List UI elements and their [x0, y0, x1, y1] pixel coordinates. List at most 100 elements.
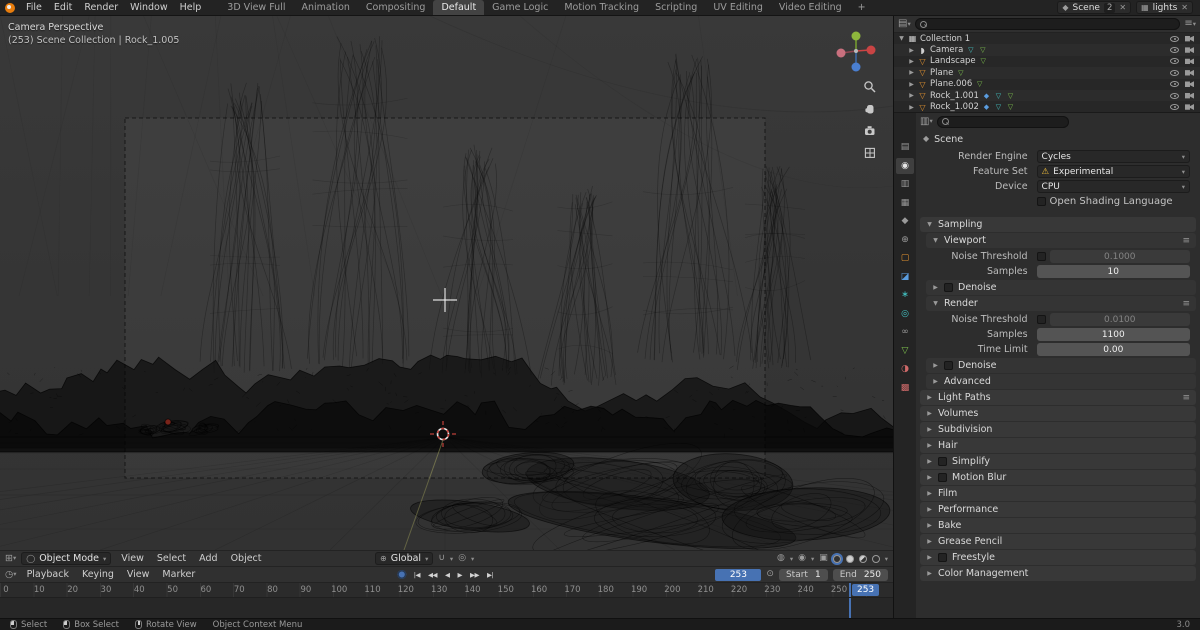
panel-header-motion-blur[interactable]: ▶ Motion Blur — [920, 470, 1196, 485]
timeline-menu-marker[interactable]: Marker — [158, 569, 199, 580]
feature-set-dropdown[interactable]: ⚠ Experimental ▾ — [1036, 165, 1190, 178]
scene-unlink-icon[interactable]: ✕ — [1119, 3, 1126, 12]
panel-header-advanced[interactable]: ▶ Advanced — [926, 374, 1196, 389]
panel-collapsed-caret-icon[interactable]: ▶ — [926, 570, 933, 577]
camera-view-icon[interactable] — [863, 124, 877, 138]
play-reverse-button[interactable]: ◀ — [442, 569, 453, 581]
panel-expanded-caret-icon[interactable]: ▼ — [932, 300, 939, 307]
panel-collapsed-caret-icon[interactable]: ▶ — [926, 554, 933, 561]
outliner-row-rock-1-002[interactable]: ▶ ▽ Rock_1.002 ◆ ▽ ▽ — [894, 101, 1200, 112]
properties-search-input[interactable] — [936, 115, 1070, 128]
workspace-tab-[interactable]: + — [850, 0, 874, 15]
editor-type-timeline-icon[interactable]: ◷ ▾ — [5, 570, 17, 580]
proportional-options-chevron[interactable]: ▾ — [471, 555, 474, 563]
expand-caret-icon[interactable]: ▶ — [908, 104, 915, 111]
disable-in-renders-camera-icon[interactable] — [1185, 58, 1194, 65]
menu-edit[interactable]: Edit — [48, 0, 78, 15]
current-frame-field[interactable]: 253 — [715, 568, 762, 581]
outliner-row-camera[interactable]: ▶ ◗ Camera ▽ ▽ — [894, 44, 1200, 55]
noise-threshold-checkbox[interactable] — [1036, 252, 1046, 261]
viewport-menu-view[interactable]: View — [117, 553, 148, 564]
disable-in-renders-camera-icon[interactable] — [1185, 69, 1194, 76]
time-limit-field[interactable]: 0.00 — [1036, 343, 1190, 356]
collapse-caret-icon[interactable]: ▼ — [898, 35, 905, 42]
properties-tab-texture[interactable]: ▩ — [896, 380, 914, 396]
preset-menu-icon[interactable]: ≡ — [1182, 236, 1190, 246]
prev-keyframe-button[interactable]: ◀◀ — [425, 569, 440, 581]
panel-checkbox[interactable] — [944, 283, 953, 292]
panel-checkbox[interactable] — [938, 553, 947, 562]
panel-collapsed-caret-icon[interactable]: ▶ — [932, 378, 939, 385]
properties-tab-scene[interactable]: ◆ — [896, 213, 914, 229]
playhead-line[interactable] — [848, 598, 851, 618]
expand-caret-icon[interactable]: ▶ — [908, 69, 915, 76]
panel-header-denoise[interactable]: ▶ Denoise — [926, 280, 1196, 295]
viewport-menu-select[interactable]: Select — [153, 553, 190, 564]
panel-header-color-management[interactable]: ▶ Color Management — [920, 566, 1196, 581]
shading-solid-icon[interactable] — [845, 554, 854, 563]
workspace-tab-animation[interactable]: Animation — [293, 0, 357, 15]
disable-in-renders-camera-icon[interactable] — [1185, 35, 1194, 42]
editor-type-properties-icon[interactable]: ▥ ▾ — [920, 116, 933, 127]
view-layer-unlink-icon[interactable]: ✕ — [1181, 3, 1188, 12]
panel-collapsed-caret-icon[interactable]: ▶ — [926, 394, 933, 401]
move-view-hand-icon[interactable] — [863, 102, 877, 116]
menu-file[interactable]: File — [20, 0, 48, 15]
proportional-editing-icon[interactable]: ◎ — [458, 554, 466, 563]
expand-caret-icon[interactable]: ▶ — [908, 81, 915, 88]
menu-help[interactable]: Help — [174, 0, 208, 15]
workspace-tab-video-editing[interactable]: Video Editing — [771, 0, 850, 15]
properties-tab-material[interactable]: ◑ — [896, 361, 914, 377]
panel-collapsed-caret-icon[interactable]: ▶ — [926, 426, 933, 433]
hide-in-viewport-eye-icon[interactable] — [1170, 81, 1179, 88]
outliner-filter-icon[interactable]: ≡ ▾ — [1184, 19, 1196, 29]
panel-collapsed-caret-icon[interactable]: ▶ — [932, 284, 939, 291]
properties-tab-object-data[interactable]: ▽ — [896, 343, 914, 359]
hide-in-viewport-eye-icon[interactable] — [1170, 58, 1179, 65]
shading-options-chevron[interactable]: ▾ — [885, 555, 888, 563]
editor-type-outliner-icon[interactable]: ▤ ▾ — [898, 19, 911, 29]
panel-collapsed-caret-icon[interactable]: ▶ — [926, 474, 933, 481]
panel-header-denoise[interactable]: ▶ Denoise — [926, 358, 1196, 373]
navigation-gizmo[interactable] — [833, 28, 879, 74]
preview-range-clock-icon[interactable]: ⊙ — [766, 570, 774, 579]
editor-type-3dview-icon[interactable]: ⊞ ▾ — [5, 554, 16, 564]
shading-wireframe-icon[interactable] — [832, 554, 841, 563]
toggle-perspective-icon[interactable] — [863, 146, 877, 160]
hide-in-viewport-eye-icon[interactable] — [1170, 69, 1179, 76]
blender-logo-icon[interactable] — [5, 2, 15, 13]
workspace-tab-uv-editing[interactable]: UV Editing — [705, 0, 771, 15]
frame-end-field[interactable]: End 250 — [832, 568, 888, 581]
panel-checkbox[interactable] — [938, 473, 947, 482]
panel-collapsed-caret-icon[interactable]: ▶ — [926, 442, 933, 449]
scene-selector[interactable]: ◆ Scene 2 ✕ — [1057, 1, 1132, 14]
mode-dropdown[interactable]: ◯ Object Mode ▾ — [21, 552, 112, 565]
outliner-row-plane-006[interactable]: ▶ ▽ Plane.006 ▽ — [894, 79, 1200, 90]
noise-threshold-field[interactable]: 0.1000 — [1049, 250, 1190, 263]
timeline-menu-playback[interactable]: Playback — [23, 569, 73, 580]
expand-caret-icon[interactable]: ▶ — [908, 58, 915, 65]
properties-tab-particles[interactable]: ∗ — [896, 287, 914, 303]
menu-window[interactable]: Window — [124, 0, 173, 15]
panel-checkbox[interactable] — [944, 361, 953, 370]
panel-expanded-caret-icon[interactable]: ▼ — [926, 221, 933, 228]
panel-collapsed-caret-icon[interactable]: ▶ — [926, 458, 933, 465]
viewport-menu-object[interactable]: Object — [227, 553, 266, 564]
timeline-menu-keying[interactable]: Keying — [78, 569, 118, 580]
properties-tab-output[interactable]: ▥ — [896, 176, 914, 192]
disable-in-renders-camera-icon[interactable] — [1185, 81, 1194, 88]
timeline-ruler[interactable]: 0 10 20 30 40 50 60 70 80 90 100 110 120 130 140 150 160… — [0, 582, 893, 597]
panel-header-grease-pencil[interactable]: ▶ Grease Pencil — [920, 534, 1196, 549]
panel-collapsed-caret-icon[interactable]: ▶ — [926, 522, 933, 529]
panel-header-performance[interactable]: ▶ Performance — [920, 502, 1196, 517]
panel-header-volumes[interactable]: ▶ Volumes — [920, 406, 1196, 421]
panel-header-film[interactable]: ▶ Film — [920, 486, 1196, 501]
disable-in-renders-camera-icon[interactable] — [1185, 47, 1194, 54]
workspace-tab-motion-tracking[interactable]: Motion Tracking — [556, 0, 647, 15]
play-button[interactable]: ▶ — [455, 569, 466, 581]
scene-users-count[interactable]: 2 — [1103, 2, 1116, 13]
shading-material-icon[interactable] — [858, 554, 867, 563]
outliner-row-rock-1-001[interactable]: ▶ ▽ Rock_1.001 ◆ ▽ ▽ — [894, 90, 1200, 101]
menu-render[interactable]: Render — [78, 0, 124, 15]
panel-expanded-caret-icon[interactable]: ▼ — [932, 237, 939, 244]
